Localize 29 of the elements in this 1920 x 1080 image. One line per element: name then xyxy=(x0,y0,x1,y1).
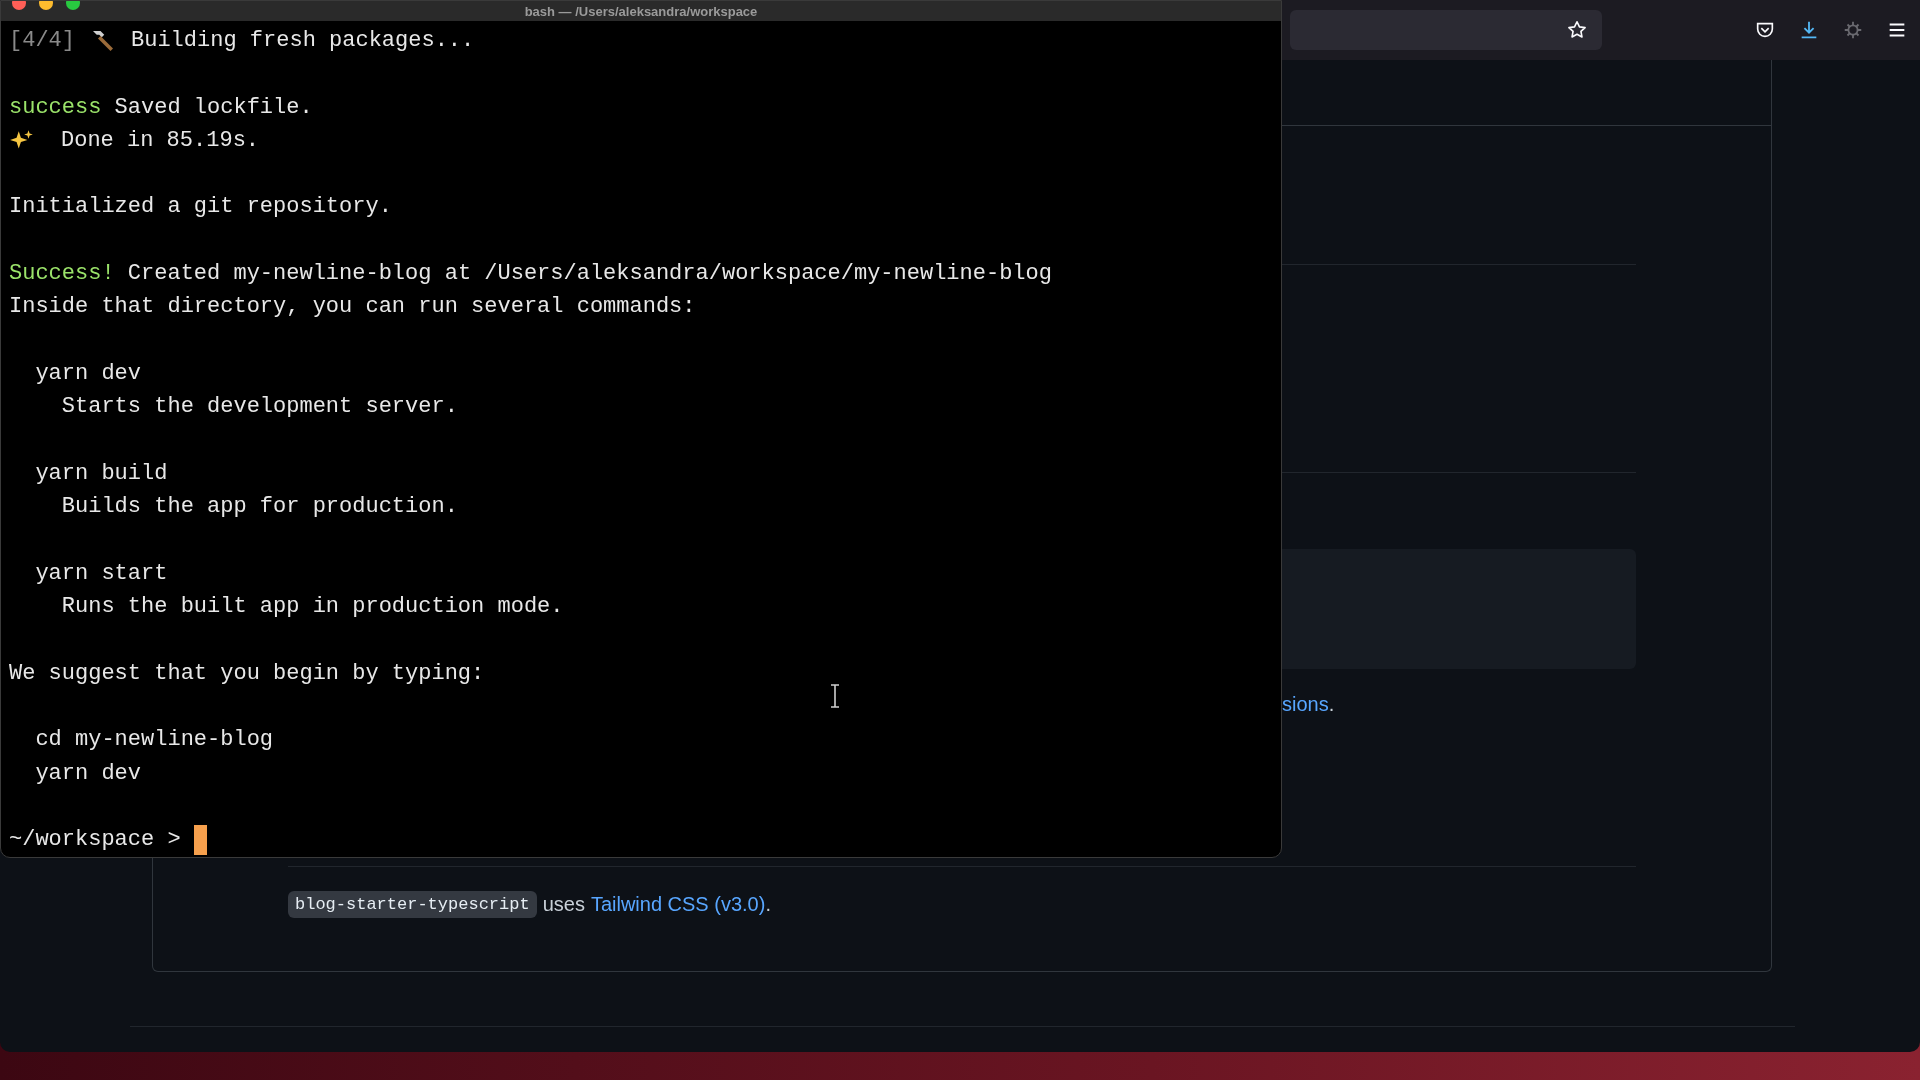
period-text: . xyxy=(765,893,771,915)
terminal-text: Runs the built app in production mode. xyxy=(60,593,564,622)
text-cursor-icon xyxy=(829,684,841,708)
link[interactable]: Tailwind CSS (v3.0) xyxy=(590,893,766,915)
terminal-text: Done in 85.19s. xyxy=(61,126,260,155)
terminal-text: Saved lockfile. xyxy=(113,93,313,122)
star-icon[interactable] xyxy=(1566,19,1588,41)
terminal-text: Starts the development server. xyxy=(60,393,458,422)
notes-text: uses xyxy=(542,893,585,916)
terminal-text: Success! xyxy=(9,260,115,289)
terminal-text: We suggest that you begin by typing: xyxy=(9,659,485,688)
text-cursor xyxy=(193,824,207,855)
terminal-text: [4/4] xyxy=(9,27,75,55)
prompt-text: ~/workspace > xyxy=(9,826,181,855)
link[interactable]: sions xyxy=(1282,693,1329,715)
terminal-text: yarn start xyxy=(34,559,168,588)
terminal-text: Created my-newline-blog at /Users/aleksandra/workspace/my-newline-blog xyxy=(126,260,1052,289)
terminal-text: yarn dev xyxy=(34,759,142,788)
paragraph: sions. xyxy=(1282,693,1335,716)
inline-code: blog-starter-typescript xyxy=(288,891,537,918)
terminal-text: cd my-newline-blog xyxy=(34,726,274,755)
terminal-text: Inside that directory, you can run several commands: xyxy=(9,293,696,322)
terminal-text: success xyxy=(9,93,102,122)
window-title: bash — /Users/aleksandra/workspace xyxy=(524,3,758,19)
terminal-text: yarn build xyxy=(34,459,168,488)
terminal-text: Initialized a git repository. xyxy=(9,193,392,222)
terminal-text: Building fresh packages... xyxy=(131,27,475,55)
terminal-text: yarn dev xyxy=(34,359,142,388)
terminal-text: Builds the app for production. xyxy=(60,493,458,522)
